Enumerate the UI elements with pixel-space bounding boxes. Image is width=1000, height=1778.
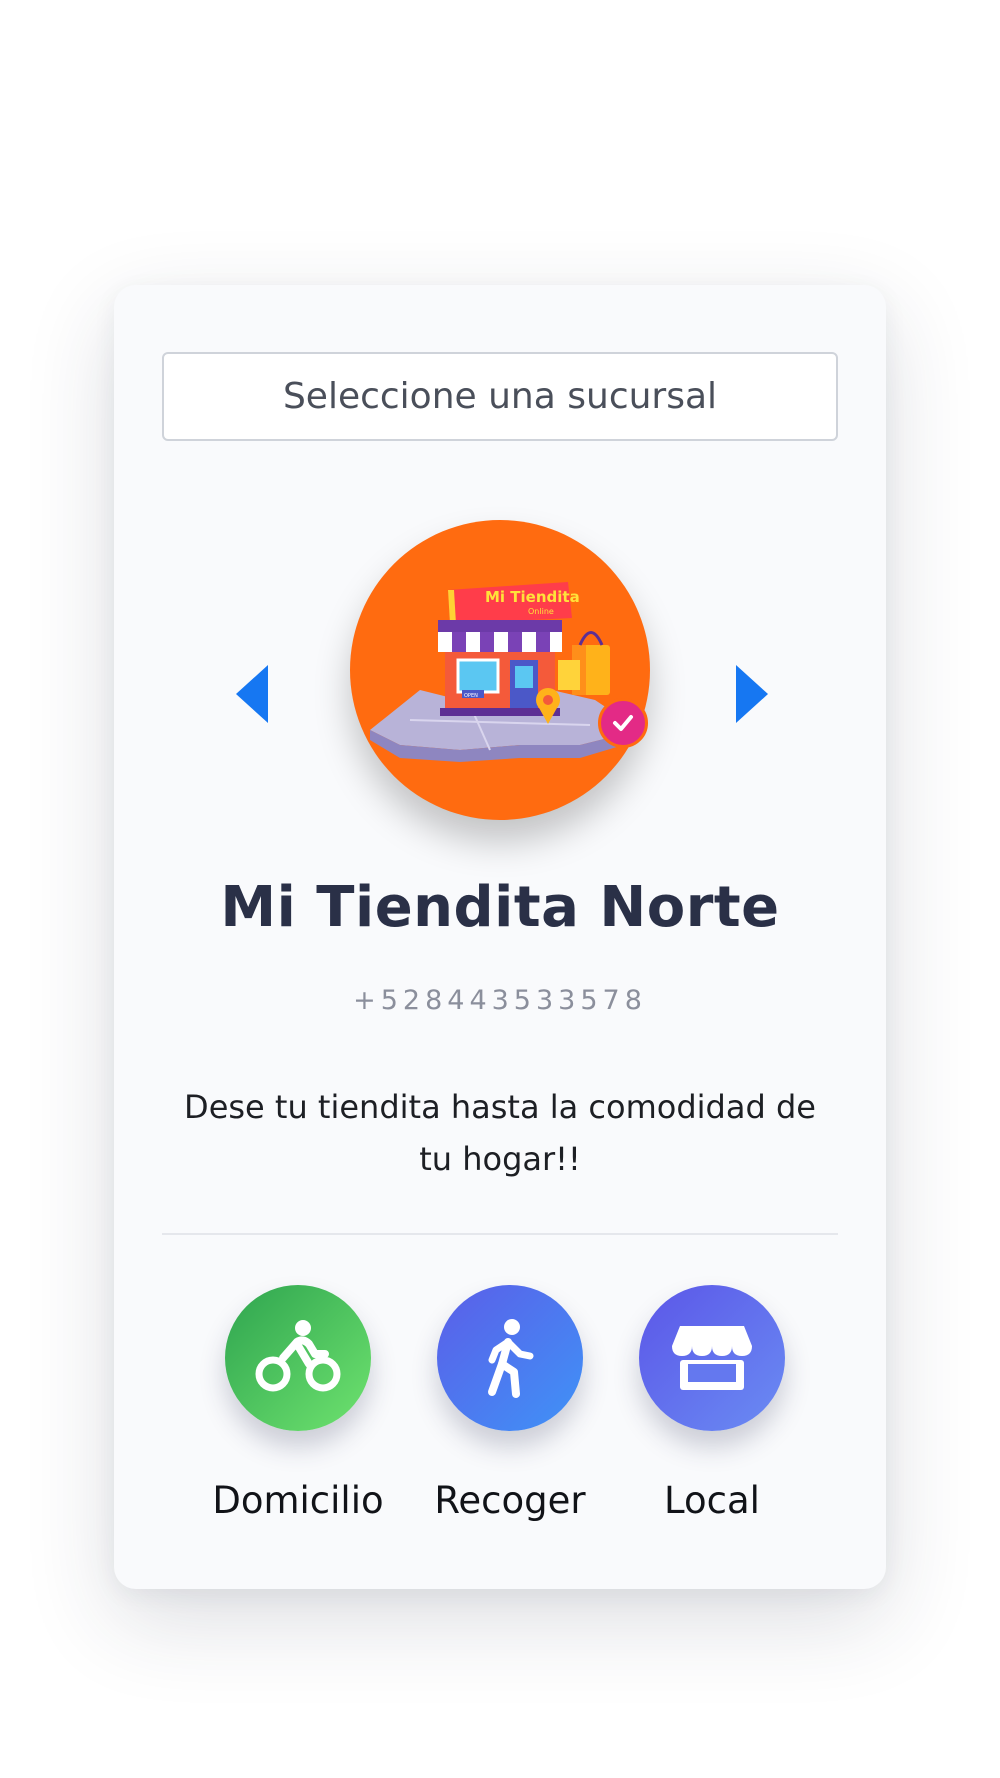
bicycle-icon (255, 1320, 341, 1392)
delivery-option-domicilio[interactable]: Domicilio (198, 1285, 398, 1522)
walking-person-icon (488, 1319, 534, 1398)
branch-select-placeholder: Seleccione una sucursal (282, 376, 718, 417)
store-logo: Mi Tiendita Online OPEN (350, 520, 650, 820)
local-label: Local (664, 1479, 760, 1522)
store-name: Mi Tiendita Norte (220, 875, 780, 940)
domicilio-button[interactable] (225, 1285, 371, 1431)
domicilio-label: Domicilio (212, 1479, 384, 1522)
local-button[interactable] (639, 1285, 785, 1431)
store-illustration: Mi Tiendita Online OPEN (370, 582, 640, 762)
branch-card: Seleccione una sucursal Mi Tiendita Onli… (114, 285, 886, 1589)
recoger-label: Recoger (434, 1479, 586, 1522)
store-description: Dese tu tiendita hasta la comodidad de t… (184, 1088, 816, 1178)
delivery-option-local[interactable]: Local (612, 1285, 812, 1522)
logo-door-sign: OPEN (464, 693, 478, 699)
divider (162, 1233, 838, 1235)
verified-check-icon (598, 698, 648, 748)
store-phone: +528443533578 (353, 985, 647, 1016)
logo-sign-text: Mi Tiendita (485, 588, 580, 606)
recoger-button[interactable] (437, 1285, 583, 1431)
branch-select[interactable]: Seleccione una sucursal (162, 352, 838, 441)
storefront-icon (672, 1326, 752, 1390)
next-arrow-icon[interactable] (732, 663, 772, 725)
previous-arrow-icon[interactable] (232, 663, 272, 725)
logo-sign-subtext: Online (528, 607, 554, 616)
delivery-option-recoger[interactable]: Recoger (410, 1285, 610, 1522)
